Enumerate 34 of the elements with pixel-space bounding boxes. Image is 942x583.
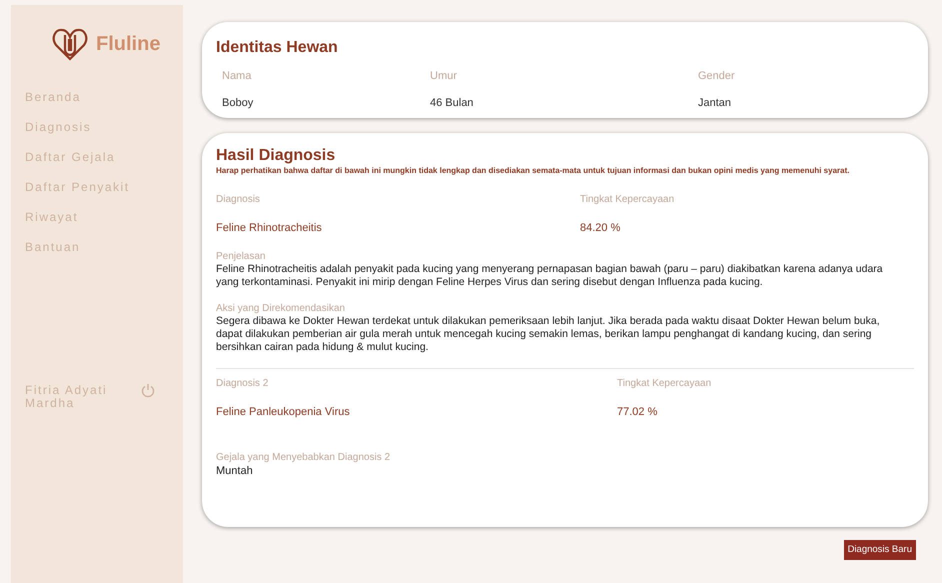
column-label: Diagnosis <box>216 193 261 207</box>
section-text: Feline Rhinotracheitis adalah penyakit pada kucing yang menyerang pernapasan bagian bawah (paru – paru) diakibatkan karena adanya udara yang terkontaminasi. Penyakit ini mirip dengan Feline Herpes Virus dan sering disebut dengan Influenza pada kucing. <box>216 262 884 288</box>
diagnosis-name: Feline Panleukopenia Virus <box>216 404 351 420</box>
nav-link[interactable]: Bantuan <box>25 238 183 256</box>
nav-link[interactable]: Diagnosis <box>25 118 183 136</box>
card-title: Identitas Hewan <box>216 38 339 58</box>
field-value: Jantan <box>698 96 732 110</box>
field-label: Nama <box>222 69 252 84</box>
column-label: Diagnosis 2 <box>216 376 270 390</box>
confidence-value: 77.02 % <box>617 404 658 420</box>
section-text: Segera dibawa ke Dokter Hewan terdekat untuk dilakukan pemeriksaan lebih lanjut. Jika berada pada waktu disaat Dokter Hewan belum buka, dapat dilakukan pemberian air gula merah untuk mencegah kucing semakin lemas, berikan lampu penghangat di kandang kucing, dan sering bersihkan cairan pada hidung & mulut kucing. <box>216 314 881 354</box>
new-diagnosis-button[interactable]: Diagnosis Baru <box>844 540 916 560</box>
nav-link[interactable]: Daftar Penyakit <box>25 178 183 196</box>
brand-name: Fluline <box>96 32 160 57</box>
section-label: Aksi yang Direkomendasikan <box>216 302 346 314</box>
heart-logo-icon <box>52 27 88 61</box>
nav-link[interactable]: Daftar Gejala <box>25 148 183 166</box>
disclaimer-text: Harap perhatikan bahwa daftar di bawah ini mungkin tidak lengkap dan disediakan semata-mata untuk tujuan informasi dan bukan opini medis yang memenuhi syarat. <box>216 166 850 176</box>
section-label: Penjelasan <box>216 250 266 262</box>
section-label: Gejala yang Menyebabkan Diagnosis 2 <box>216 452 391 464</box>
column-label: Tingkat Kepercayaan <box>617 376 712 390</box>
field-label: Umur <box>430 69 458 84</box>
nav-link[interactable]: Beranda <box>25 88 183 106</box>
column-label: Tingkat Kepercayaan <box>580 193 676 207</box>
field-value: 46 Bulan <box>430 96 474 110</box>
field-label: Gender <box>698 69 736 84</box>
user-name: Fitria Adyati Mardha <box>25 384 108 410</box>
nav-link[interactable]: Riwayat <box>25 208 183 226</box>
field-value: Boboy <box>222 96 254 110</box>
diagnosis-name: Feline Rhinotracheitis <box>216 221 323 236</box>
symptom-text: Muntah <box>216 464 254 478</box>
card-title: Hasil Diagnosis <box>216 146 336 166</box>
power-icon[interactable] <box>141 383 155 398</box>
confidence-value: 84.20 % <box>580 221 622 236</box>
